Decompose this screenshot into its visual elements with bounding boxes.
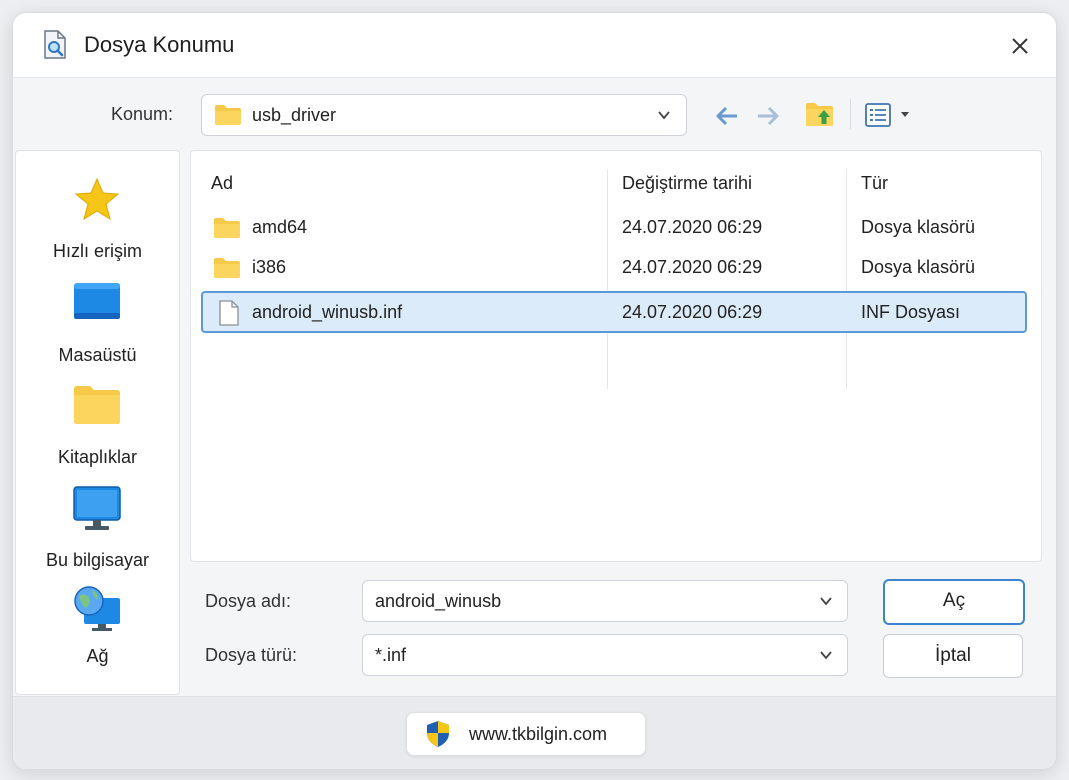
table-row[interactable]: amd64 24.07.2020 06:29 Dosya klasörü (201, 209, 1027, 247)
dialog-title: Dosya Konumu (84, 32, 235, 57)
sidebar-item-desktop[interactable]: Masaüstü (16, 279, 179, 375)
arrow-left-icon (716, 106, 737, 126)
location-value: usb_driver (252, 105, 337, 125)
toolbar-divider (850, 99, 851, 129)
arrow-right-icon (758, 106, 779, 126)
file-icon (217, 300, 245, 326)
sidebar-item-label: Hızlı erişim (53, 241, 142, 261)
filetype-select[interactable]: *.inf (362, 634, 848, 676)
file-name: amd64 (252, 217, 308, 237)
folder-icon (213, 216, 241, 240)
file-dialog: Dosya Konumu Konum: usb_driver Hızlı eri… (12, 12, 1057, 770)
places-sidebar: Hızlı erişim Masaüstü Kitaplıklar Bu bil… (15, 150, 180, 695)
filetype-value: *.inf (375, 645, 407, 665)
sidebar-item-label: Bu bilgisayar (45, 550, 150, 570)
cancel-button[interactable]: İptal (883, 634, 1023, 678)
network-icon (72, 584, 122, 634)
computer-icon (72, 484, 122, 534)
watermark-badge: www.tkbilgin.com (406, 712, 646, 756)
sidebar-item-label: Masaüstü (58, 345, 137, 365)
file-date: 24.07.2020 06:29 (622, 302, 763, 322)
column-header-type[interactable]: Tür (861, 173, 888, 194)
sidebar-item-this-pc[interactable]: Bu bilgisayar (16, 484, 179, 580)
sidebar-item-label: Ağ (86, 646, 109, 666)
folder-up-icon (806, 103, 833, 126)
table-row-selected[interactable]: android_winusb.inf 24.07.2020 06:29 INF … (201, 291, 1027, 333)
folder-icon (213, 256, 241, 280)
forward-button[interactable] (755, 103, 781, 129)
close-button[interactable] (1003, 29, 1037, 63)
up-folder-button[interactable] (804, 99, 836, 129)
back-button[interactable] (714, 103, 740, 129)
file-type: INF Dosyası (861, 302, 961, 322)
table-row[interactable]: i386 24.07.2020 06:29 Dosya klasörü (201, 249, 1027, 287)
filetype-label: Dosya türü: (205, 645, 298, 665)
location-label: Konum: (111, 104, 174, 124)
filename-value: android_winusb (375, 591, 502, 611)
filename-input[interactable]: android_winusb (362, 580, 848, 622)
star-icon (72, 175, 122, 225)
file-date: 24.07.2020 06:29 (622, 257, 763, 277)
file-search-icon (41, 30, 69, 60)
view-options-button[interactable] (864, 102, 920, 128)
chevron-down-icon (657, 108, 671, 122)
column-header-name[interactable]: Ad (211, 173, 233, 194)
file-name: android_winusb.inf (252, 302, 403, 322)
sidebar-item-label: Kitaplıklar (57, 447, 138, 467)
folder-icon (214, 104, 242, 126)
desktop-icon (72, 279, 122, 329)
title-bar: Dosya Konumu (13, 13, 1056, 78)
folder-icon (72, 381, 122, 431)
close-icon (1012, 38, 1028, 54)
footer: www.tkbilgin.com (13, 696, 1056, 769)
file-date: 24.07.2020 06:29 (622, 217, 763, 237)
column-header-date[interactable]: Değiştirme tarihi (622, 173, 752, 194)
open-button[interactable]: Aç (883, 579, 1025, 625)
sidebar-item-quick-access[interactable]: Hızlı erişim (16, 175, 179, 271)
file-name: i386 (252, 257, 287, 277)
website-text: www.tkbilgin.com (469, 724, 608, 744)
chevron-down-icon (819, 648, 833, 662)
view-details-icon (865, 103, 909, 127)
sidebar-item-network[interactable]: Ağ (16, 584, 179, 680)
shield-icon (425, 720, 451, 748)
file-type: Dosya klasörü (861, 257, 976, 277)
file-type: Dosya klasörü (861, 217, 976, 237)
location-dropdown[interactable]: usb_driver (201, 94, 687, 136)
chevron-down-icon (819, 594, 833, 608)
file-list: Ad Değiştirme tarihi Tür amd64 24.07.202… (190, 150, 1042, 562)
sidebar-item-libraries[interactable]: Kitaplıklar (16, 381, 179, 477)
filename-label: Dosya adı: (205, 591, 292, 611)
